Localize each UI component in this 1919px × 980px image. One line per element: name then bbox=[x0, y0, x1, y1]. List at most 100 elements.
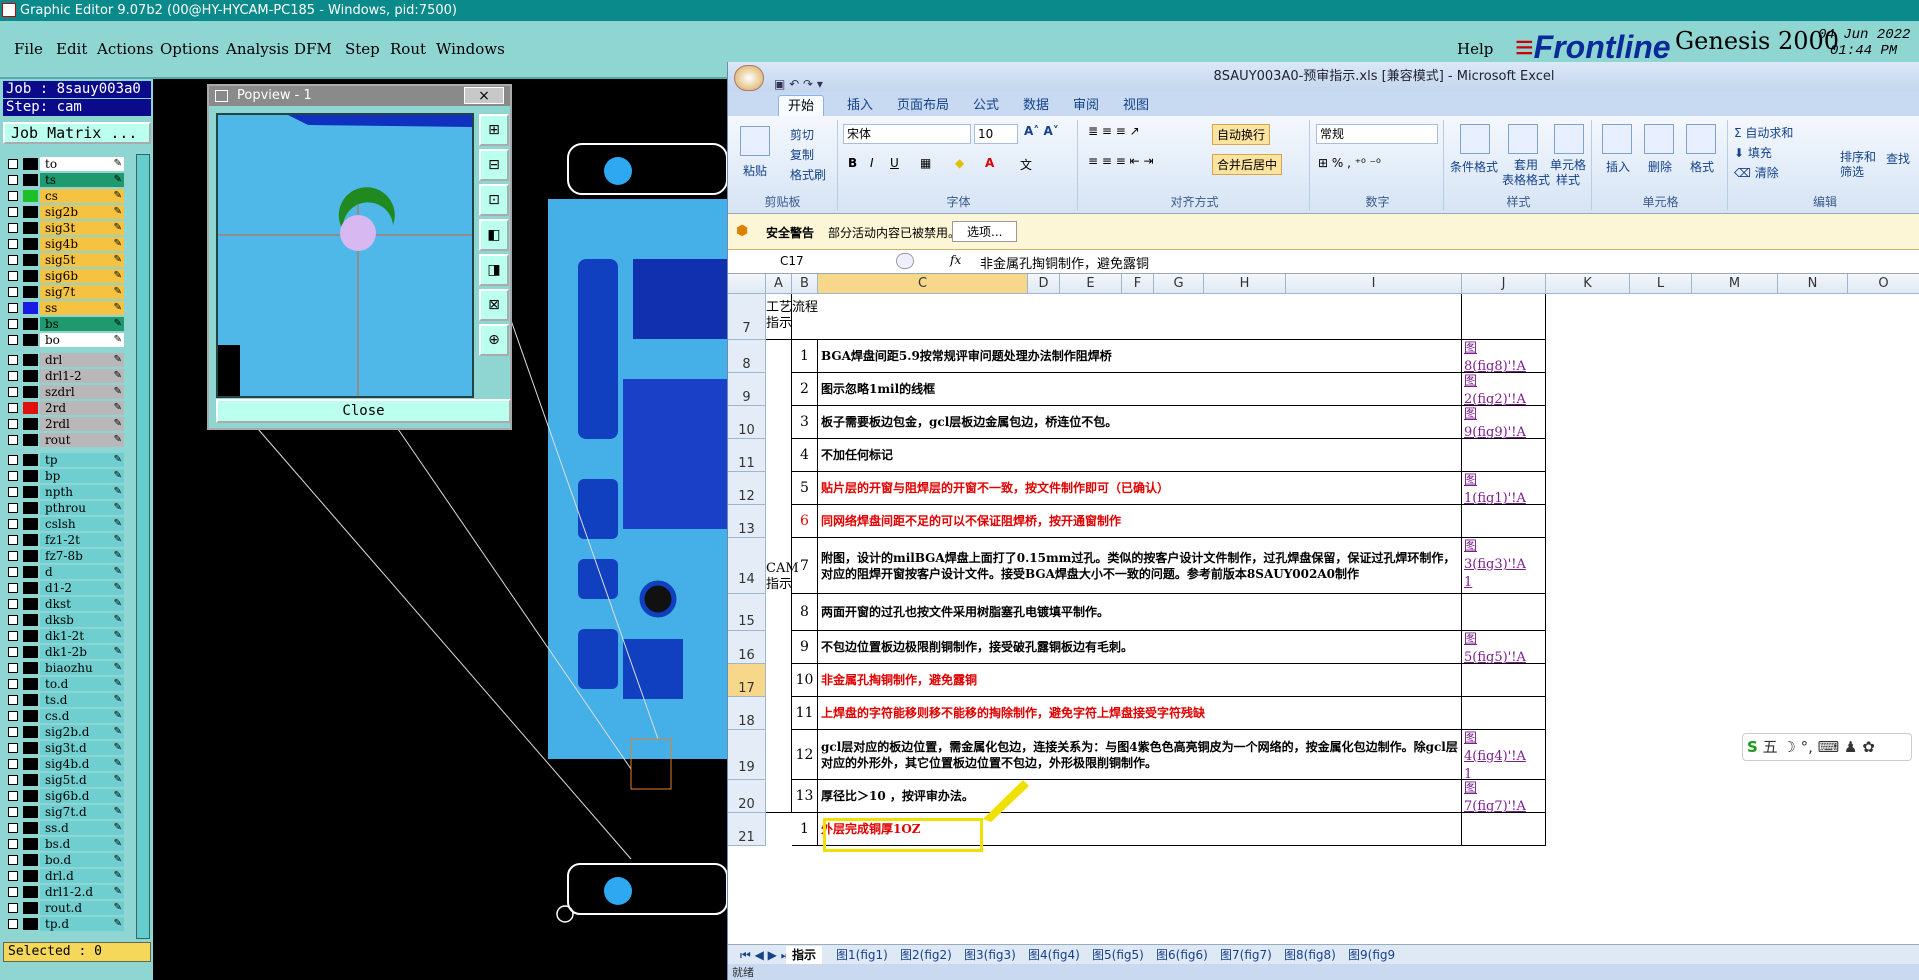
layer-checkbox[interactable] bbox=[8, 319, 18, 329]
item-number[interactable]: 4 bbox=[792, 439, 818, 472]
layer-color-swatch[interactable] bbox=[23, 190, 38, 202]
layer-checkbox[interactable] bbox=[8, 775, 18, 785]
layer-row[interactable]: ss ✎ bbox=[5, 301, 124, 315]
layer-checkbox[interactable] bbox=[8, 175, 18, 185]
sheet-tab[interactable]: 图9(fig9 bbox=[1342, 946, 1401, 964]
header-j[interactable] bbox=[1462, 294, 1546, 340]
paste-icon[interactable] bbox=[740, 126, 770, 156]
menu-options[interactable]: Options bbox=[160, 40, 219, 58]
layer-name[interactable]: dk1-2t ✎ bbox=[40, 629, 124, 643]
layer-row[interactable]: npth ✎ bbox=[5, 485, 124, 499]
layer-row[interactable]: sig4b.d ✎ bbox=[5, 757, 124, 771]
layer-name[interactable]: sig3t ✎ bbox=[40, 221, 124, 235]
layer-color-swatch[interactable] bbox=[23, 886, 38, 898]
fx-icon[interactable]: fx bbox=[950, 253, 961, 267]
align-top-icon[interactable]: ≣ ≡ ≡ ↗ bbox=[1088, 124, 1140, 138]
job-matrix-button[interactable]: Job Matrix ... bbox=[3, 122, 151, 144]
figure-link[interactable]: 图 8(fig8)'!A bbox=[1462, 340, 1546, 373]
insert-cells-button[interactable]: 插入 bbox=[1606, 158, 1630, 175]
tab-review[interactable]: 审阅 bbox=[1064, 95, 1108, 116]
border-icon[interactable]: ▦ bbox=[920, 156, 931, 170]
delete-cells-icon[interactable] bbox=[1644, 124, 1674, 154]
layer-name[interactable]: bs ✎ bbox=[40, 317, 124, 331]
layer-name[interactable]: sig3t.d ✎ bbox=[40, 741, 124, 755]
layer-row[interactable]: bs.d ✎ bbox=[5, 837, 124, 851]
delete-cells-button[interactable]: 删除 bbox=[1648, 158, 1672, 175]
column-header[interactable]: B bbox=[792, 274, 818, 294]
layer-row[interactable]: biaozhu ✎ bbox=[5, 661, 124, 675]
layer-name[interactable]: d1-2 ✎ bbox=[40, 581, 124, 595]
layer-checkbox[interactable] bbox=[8, 647, 18, 657]
layer-row[interactable]: bp ✎ bbox=[5, 469, 124, 483]
fill-color-icon[interactable]: ◆ bbox=[955, 156, 964, 170]
row-header[interactable]: 13 bbox=[728, 505, 766, 538]
layer-row[interactable]: bo.d ✎ bbox=[5, 853, 124, 867]
layer-name[interactable]: ss ✎ bbox=[40, 301, 124, 315]
layer-row[interactable]: bo ✎ bbox=[5, 333, 124, 347]
layer-row[interactable]: sig2b.d ✎ bbox=[5, 725, 124, 739]
layer-name[interactable]: fz7-8b ✎ bbox=[40, 549, 124, 563]
table-format-button[interactable]: 套用 表格格式 bbox=[1502, 158, 1550, 188]
tab-page-layout[interactable]: 页面布局 bbox=[888, 95, 958, 116]
layer-checkbox[interactable] bbox=[8, 759, 18, 769]
italic-button[interactable]: I bbox=[870, 156, 874, 170]
popview-titlebar[interactable]: Popview - 1 × bbox=[209, 86, 510, 106]
sheet-tab[interactable]: 图8(fig8) bbox=[1278, 946, 1342, 964]
sheet-tab[interactable]: 图2(fig2) bbox=[894, 946, 958, 964]
column-header[interactable]: F bbox=[1122, 274, 1154, 294]
layer-row[interactable]: cslsh ✎ bbox=[5, 517, 124, 531]
layer-checkbox[interactable] bbox=[8, 887, 18, 897]
layer-checkbox[interactable] bbox=[8, 823, 18, 833]
wrap-text-button[interactable]: 自动换行 bbox=[1212, 124, 1271, 145]
item-number[interactable]: 13 bbox=[792, 780, 818, 813]
layer-checkbox[interactable] bbox=[8, 663, 18, 673]
layer-checkbox[interactable] bbox=[8, 551, 18, 561]
item-number[interactable]: 9 bbox=[792, 631, 818, 664]
item-number[interactable]: 1 bbox=[792, 813, 818, 846]
layer-color-swatch[interactable] bbox=[23, 370, 38, 382]
instruction-cell[interactable]: 非金属孔掏铜制作，避免露铜 bbox=[818, 664, 1462, 697]
row-header[interactable]: 7 bbox=[728, 294, 766, 340]
layer-color-swatch[interactable] bbox=[23, 534, 38, 546]
layer-checkbox[interactable] bbox=[8, 371, 18, 381]
layer-checkbox[interactable] bbox=[8, 191, 18, 201]
layer-color-swatch[interactable] bbox=[23, 614, 38, 626]
layer-row[interactable]: to ✎ bbox=[5, 157, 124, 171]
paste-button[interactable]: 粘贴 bbox=[743, 162, 767, 179]
align-left-icon[interactable]: ≡ ≡ ≡ ⇤ ⇥ bbox=[1088, 154, 1154, 168]
tab-view[interactable]: 视图 bbox=[1114, 95, 1158, 116]
fill-button[interactable]: ⬇ 填充 bbox=[1734, 144, 1772, 161]
layer-row[interactable]: drl.d ✎ bbox=[5, 869, 124, 883]
cell-style-button[interactable]: 单元格 样式 bbox=[1550, 158, 1586, 188]
figure-link[interactable] bbox=[1462, 439, 1546, 472]
layer-name[interactable]: sig6b.d ✎ bbox=[40, 789, 124, 803]
fit-button[interactable]: ⊠ bbox=[479, 289, 509, 321]
font-size-select[interactable]: 10 bbox=[974, 124, 1018, 144]
column-header[interactable]: D bbox=[1028, 274, 1060, 294]
formula-input[interactable]: 非金属孔掏铜制作，避免露铜 bbox=[980, 253, 1149, 272]
layer-row[interactable]: 2rdl ✎ bbox=[5, 417, 124, 431]
layer-name[interactable]: sig4b ✎ bbox=[40, 237, 124, 251]
column-header[interactable]: J bbox=[1462, 274, 1546, 294]
instruction-cell[interactable]: 不加任何标记 bbox=[818, 439, 1462, 472]
formula-toggle-icon[interactable] bbox=[896, 253, 914, 269]
layer-name[interactable]: 2rdl ✎ bbox=[40, 417, 124, 431]
figure-link[interactable]: 图 3(fig3)'!A 1 bbox=[1462, 538, 1546, 594]
layer-row[interactable]: pthrou ✎ bbox=[5, 501, 124, 515]
row-header[interactable]: 12 bbox=[728, 472, 766, 505]
layer-row[interactable]: fz1-2t ✎ bbox=[5, 533, 124, 547]
row-header[interactable]: 16 bbox=[728, 631, 766, 664]
font-color-icon[interactable]: A bbox=[985, 156, 994, 170]
layer-row[interactable]: dkst ✎ bbox=[5, 597, 124, 611]
layer-name[interactable]: 2rd ✎ bbox=[40, 401, 124, 415]
item-number[interactable]: 5 bbox=[792, 472, 818, 505]
layer-name[interactable]: bo.d ✎ bbox=[40, 853, 124, 867]
figure-link[interactable]: 图 4(fig4)'!A 1 bbox=[1462, 730, 1546, 780]
layer-checkbox[interactable] bbox=[8, 567, 18, 577]
grow-font-icon[interactable]: A˄ A˅ bbox=[1024, 124, 1059, 138]
layer-checkbox[interactable] bbox=[8, 223, 18, 233]
conditional-format-button[interactable]: 条件格式 bbox=[1450, 158, 1498, 175]
pan-left-button[interactable]: ◧ bbox=[479, 219, 509, 251]
layer-color-swatch[interactable] bbox=[23, 334, 38, 346]
item-number[interactable]: 11 bbox=[792, 697, 818, 730]
